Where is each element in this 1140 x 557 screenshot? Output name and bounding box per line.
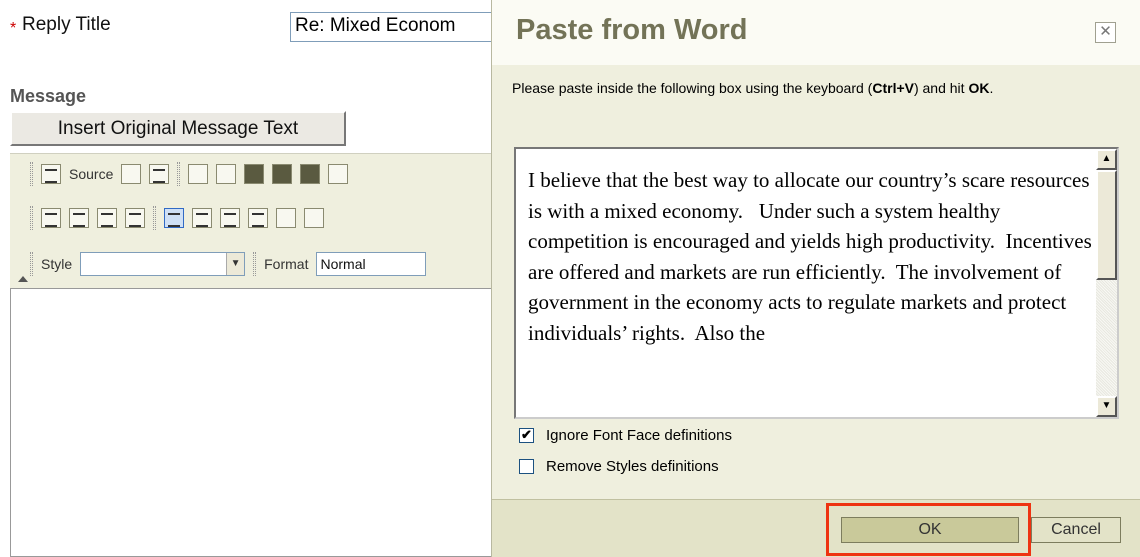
remove-styles-option[interactable]: Remove Styles definitions — [519, 458, 719, 475]
close-icon[interactable]: ✕ — [1095, 22, 1116, 43]
pasted-text: I believe that the best way to allocate … — [528, 168, 1097, 345]
justify-icon[interactable] — [248, 208, 268, 228]
remove-styles-label: Remove Styles definitions — [546, 458, 719, 475]
scrollbar-thumb[interactable] — [1096, 170, 1117, 280]
insert-original-message-button[interactable]: Insert Original Message Text — [10, 111, 346, 146]
ignore-font-face-option[interactable]: ✔ Ignore Font Face definitions — [519, 427, 732, 444]
message-label: Message — [10, 86, 87, 106]
paste-textarea[interactable]: I believe that the best way to allocate … — [514, 147, 1119, 419]
toolbar-row-2 — [30, 202, 324, 234]
background-color-icon[interactable] — [304, 208, 324, 228]
dialog-title: Paste from Word — [516, 14, 748, 46]
vertical-scrollbar[interactable]: ▲ ▼ — [1096, 149, 1117, 417]
source-icon[interactable] — [41, 164, 61, 184]
ok-button[interactable]: OK — [841, 517, 1019, 543]
toolbar-row-3: Style ▼ Format Normal — [30, 248, 427, 280]
paste-icon[interactable] — [244, 164, 265, 184]
align-right-icon[interactable] — [220, 208, 240, 228]
scroll-up-icon[interactable]: ▲ — [1096, 149, 1117, 170]
remove-styles-checkbox[interactable] — [519, 459, 534, 474]
numbered-list-icon[interactable] — [41, 208, 61, 228]
style-select[interactable]: ▼ — [80, 252, 246, 276]
format-select[interactable]: Normal — [316, 252, 427, 276]
collapse-toolbar-icon[interactable] — [18, 276, 28, 282]
paste-text-icon[interactable] — [272, 164, 293, 184]
toolbar-separator — [177, 162, 181, 186]
decrease-indent-icon[interactable] — [97, 208, 117, 228]
paste-word-icon[interactable] — [300, 164, 321, 184]
toolbar-row-1: Source — [30, 158, 349, 190]
cancel-button[interactable]: Cancel — [1031, 517, 1121, 543]
scroll-down-icon[interactable]: ▼ — [1096, 396, 1117, 417]
reply-title-input[interactable]: Re: Mixed Econom — [290, 12, 510, 42]
ignore-font-face-checkbox[interactable]: ✔ — [519, 428, 534, 443]
editor-toolbar: Source Style ▼ Format Normal — [10, 153, 510, 288]
align-left-icon[interactable] — [164, 208, 184, 228]
ignore-font-face-label: Ignore Font Face definitions — [546, 427, 732, 444]
dialog-footer: OK Cancel — [492, 499, 1140, 557]
preview-icon[interactable] — [149, 164, 170, 184]
reply-title-label: Reply Title — [22, 14, 111, 35]
toolbar-separator — [153, 206, 156, 230]
text-color-icon[interactable] — [276, 208, 296, 228]
toolbar-separator — [30, 206, 33, 230]
style-label: Style — [41, 256, 73, 272]
dialog-body: Please paste inside the following box us… — [492, 65, 1140, 499]
toolbar-separator — [253, 252, 257, 276]
toolbar-separator — [30, 162, 33, 186]
bulleted-list-icon[interactable] — [69, 208, 89, 228]
cut-icon[interactable] — [188, 164, 209, 184]
instruction-text: Please paste inside the following box us… — [512, 80, 994, 96]
copy-icon[interactable] — [216, 164, 237, 184]
print-icon[interactable] — [328, 164, 349, 184]
paste-from-word-dialog: Paste from Word ✕ Please paste inside th… — [491, 0, 1140, 557]
toolbar-separator — [30, 252, 33, 276]
increase-indent-icon[interactable] — [125, 208, 145, 228]
format-label: Format — [264, 256, 309, 272]
source-button-label[interactable]: Source — [69, 166, 113, 182]
new-page-icon[interactable] — [121, 164, 142, 184]
chevron-down-icon[interactable]: ▼ — [226, 253, 245, 275]
dialog-titlebar[interactable]: Paste from Word ✕ — [492, 0, 1140, 65]
required-marker: * — [10, 20, 17, 37]
align-center-icon[interactable] — [192, 208, 212, 228]
editor-content-area[interactable] — [10, 288, 510, 557]
